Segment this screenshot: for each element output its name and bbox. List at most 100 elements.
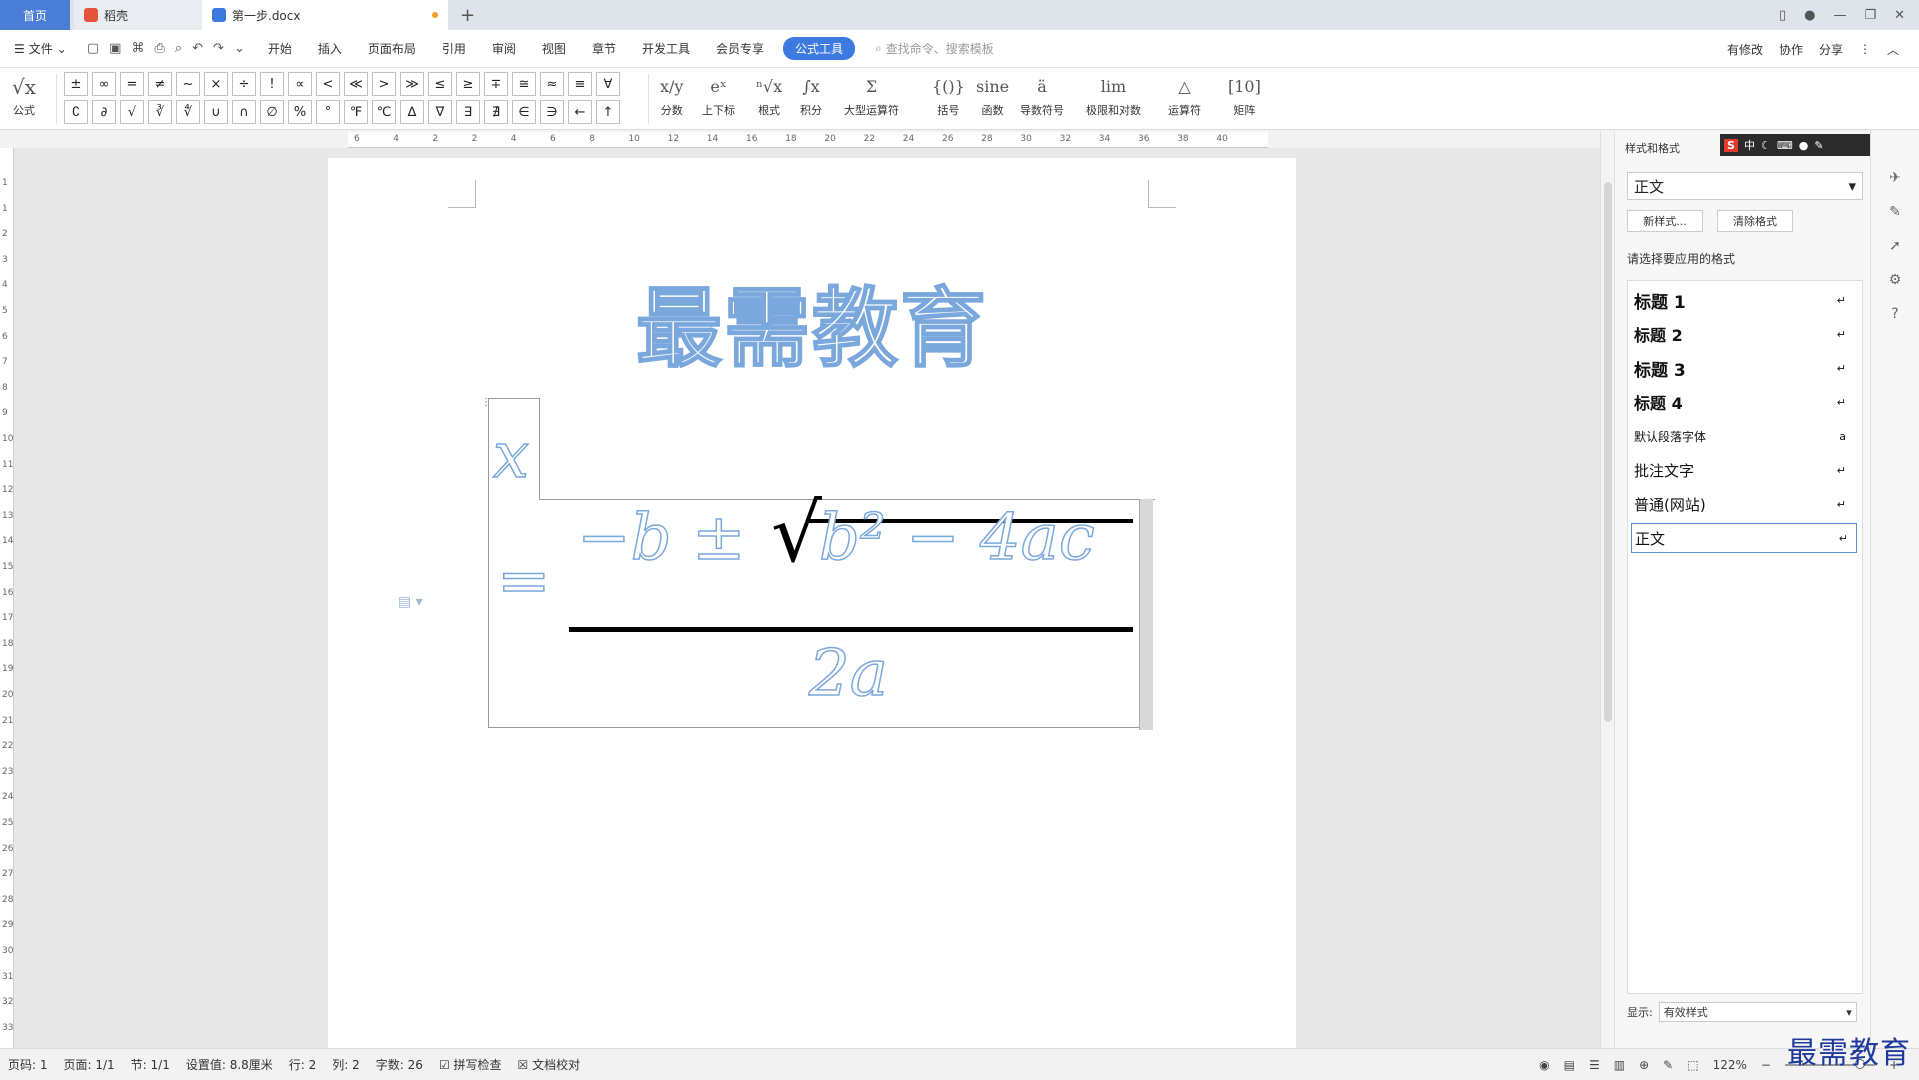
pin-icon[interactable]: ✈ bbox=[1885, 168, 1905, 188]
symbol-button[interactable]: ∁ bbox=[64, 100, 88, 124]
current-style-select[interactable]: 正文 ▾ bbox=[1627, 172, 1863, 200]
structure-button-1[interactable]: eˣ 上下标 bbox=[702, 72, 735, 118]
symbol-button[interactable]: ~ bbox=[176, 72, 200, 96]
symbol-button[interactable]: ! bbox=[260, 72, 284, 96]
structure-button-2[interactable]: ⁿ√x 根式 bbox=[756, 72, 782, 118]
symbol-button[interactable]: ≡ bbox=[568, 72, 592, 96]
symbol-button[interactable]: ℃ bbox=[372, 100, 396, 124]
print-icon[interactable]: ⎙ bbox=[154, 41, 164, 56]
avatar[interactable]: ● bbox=[1804, 8, 1815, 23]
zoom-level[interactable]: 122% bbox=[1713, 1058, 1747, 1072]
symbol-button[interactable]: ∪ bbox=[204, 100, 228, 124]
tab-insert[interactable]: 插入 bbox=[305, 40, 355, 57]
symbol-button[interactable]: ∩ bbox=[232, 100, 256, 124]
tab-document[interactable]: 第一步.docx bbox=[202, 0, 448, 30]
structure-button-7[interactable]: ä 导数符号 bbox=[1020, 72, 1064, 118]
format-painter-icon[interactable]: ⌘ bbox=[131, 41, 144, 56]
symbol-button[interactable]: ↑ bbox=[596, 100, 620, 124]
symbol-button[interactable]: = bbox=[120, 72, 144, 96]
symbol-button[interactable]: ∈ bbox=[512, 100, 536, 124]
horizontal-ruler[interactable]: 6 4 2 2 4 6 8 10 12 14 16 18 20 22 24 26 28 30 32 34 36 38 40 bbox=[348, 132, 1268, 148]
show-select[interactable]: 有效样式 ▾ bbox=[1658, 1002, 1857, 1022]
structure-button-8[interactable]: lim 极限和对数 bbox=[1086, 72, 1141, 118]
help-icon[interactable]: ? bbox=[1885, 304, 1905, 324]
symbol-button[interactable]: ≠ bbox=[148, 72, 172, 96]
pen-icon[interactable]: ✎ bbox=[1663, 1058, 1673, 1072]
status-wordcount[interactable]: 字数: 26 bbox=[368, 1056, 431, 1073]
structure-button-10[interactable]: [10] 矩阵 bbox=[1228, 72, 1261, 118]
collaborate-button[interactable]: 协作 bbox=[1779, 41, 1803, 58]
symbol-button[interactable]: ≥ bbox=[456, 72, 480, 96]
paragraph-option-icon[interactable]: ▤ ▾ bbox=[398, 594, 423, 610]
symbol-button[interactable]: > bbox=[372, 72, 396, 96]
symbol-button[interactable]: % bbox=[288, 100, 312, 124]
file-menu-button[interactable]: ☰ 文件 ⌄ bbox=[0, 40, 77, 57]
more-icon[interactable]: ⋮ bbox=[1859, 42, 1871, 56]
style-item[interactable]: 标题 2 ↵ bbox=[1634, 319, 1854, 349]
read-view-icon[interactable]: ▥ bbox=[1614, 1058, 1625, 1072]
symbol-button[interactable]: ≅ bbox=[512, 72, 536, 96]
tab-view[interactable]: 视图 bbox=[529, 40, 579, 57]
symbol-button[interactable]: ∋ bbox=[540, 100, 564, 124]
doc-proof-button[interactable]: ☒ 文档校对 bbox=[510, 1056, 589, 1073]
web-view-icon[interactable]: ⊕ bbox=[1639, 1058, 1649, 1072]
new-tab-button[interactable]: + bbox=[448, 0, 487, 30]
modified-button[interactable]: 有修改 bbox=[1727, 41, 1763, 58]
style-item[interactable]: 默认段落字体 a bbox=[1634, 421, 1854, 451]
tab-review[interactable]: 审阅 bbox=[479, 40, 529, 57]
symbol-button[interactable]: ∄ bbox=[484, 100, 508, 124]
symbol-button[interactable]: ∝ bbox=[288, 72, 312, 96]
document-page[interactable]: 最需教育 ▤ ▾ ⋮ x = −b ± √ b² − 4ac 2a bbox=[328, 158, 1296, 1048]
page-view-icon[interactable]: ▤ bbox=[1564, 1058, 1575, 1072]
symbol-button[interactable]: ≤ bbox=[428, 72, 452, 96]
command-search[interactable]: ⌕ 查找命令、搜索模板 bbox=[875, 40, 994, 57]
edit-style-icon[interactable]: ✎ bbox=[1885, 202, 1905, 222]
structure-button-3[interactable]: ∫x 积分 bbox=[800, 72, 822, 118]
styles-pane-header[interactable]: 样式和格式 bbox=[1625, 140, 1680, 156]
structure-button-5[interactable]: {()} 括号 bbox=[932, 72, 965, 118]
new-style-button[interactable]: 新样式... bbox=[1627, 210, 1703, 232]
structure-button-6[interactable]: sine 函数 bbox=[976, 72, 1009, 118]
clear-format-button[interactable]: 清除格式 bbox=[1717, 210, 1793, 232]
collapse-ribbon-icon[interactable]: ︿ bbox=[1887, 41, 1899, 58]
tab-daoke[interactable]: 稻壳 bbox=[74, 0, 202, 30]
settings-icon[interactable]: ⚙ bbox=[1885, 270, 1905, 290]
print-preview-icon[interactable]: ⌕ bbox=[175, 41, 182, 56]
style-item[interactable]: 标题 3 ↵ bbox=[1634, 353, 1854, 383]
structure-button-0[interactable]: x/y 分数 bbox=[660, 72, 683, 118]
symbol-button[interactable]: ∃ bbox=[456, 100, 480, 124]
equation-scrollbar[interactable] bbox=[1139, 499, 1153, 730]
equation-container[interactable]: ⋮ x = −b ± √ b² − 4ac 2a bbox=[481, 397, 1155, 730]
symbol-button[interactable]: ÷ bbox=[232, 72, 256, 96]
restore-icon[interactable]: ❐ bbox=[1864, 8, 1876, 23]
tab-section[interactable]: 章节 bbox=[579, 40, 629, 57]
symbol-button[interactable]: ≫ bbox=[400, 72, 424, 96]
symbol-button[interactable]: ∛ bbox=[148, 100, 172, 124]
share-button[interactable]: 分享 bbox=[1819, 41, 1843, 58]
symbol-button[interactable]: ∞ bbox=[92, 72, 116, 96]
style-item[interactable]: 正文 ↵ bbox=[1631, 523, 1857, 553]
symbol-button[interactable]: √ bbox=[120, 100, 144, 124]
symbol-button[interactable]: ∀ bbox=[596, 72, 620, 96]
save-icon[interactable]: ▣ bbox=[109, 41, 121, 56]
tab-home[interactable]: 首页 bbox=[0, 0, 70, 30]
structure-button-4[interactable]: Σ 大型运算符 bbox=[844, 72, 899, 118]
style-item[interactable]: 普通(网站) ↵ bbox=[1634, 489, 1854, 519]
symbol-button[interactable]: ℉ bbox=[344, 100, 368, 124]
close-icon[interactable]: ✕ bbox=[1894, 8, 1905, 23]
tab-formula-tools[interactable]: 公式工具 bbox=[782, 37, 855, 60]
style-item[interactable]: 标题 1 ↵ bbox=[1634, 285, 1854, 315]
spell-check-button[interactable]: ☑ 拼写检查 bbox=[431, 1056, 510, 1073]
style-item[interactable]: 批注文字 ↵ bbox=[1634, 455, 1854, 485]
symbol-button[interactable]: ° bbox=[316, 100, 340, 124]
symbol-button[interactable]: ∓ bbox=[484, 72, 508, 96]
customize-icon[interactable]: ⌄ bbox=[234, 41, 245, 56]
symbol-button[interactable]: ∂ bbox=[92, 100, 116, 124]
minimize-icon[interactable]: — bbox=[1833, 8, 1846, 23]
symbol-button[interactable]: × bbox=[204, 72, 228, 96]
symbol-button[interactable]: ∆ bbox=[400, 100, 424, 124]
symbol-button[interactable]: ≈ bbox=[540, 72, 564, 96]
zoom-out-icon[interactable]: − bbox=[1761, 1058, 1771, 1072]
symbol-button[interactable]: ≪ bbox=[344, 72, 368, 96]
redo-icon[interactable]: ↷ bbox=[213, 41, 224, 56]
